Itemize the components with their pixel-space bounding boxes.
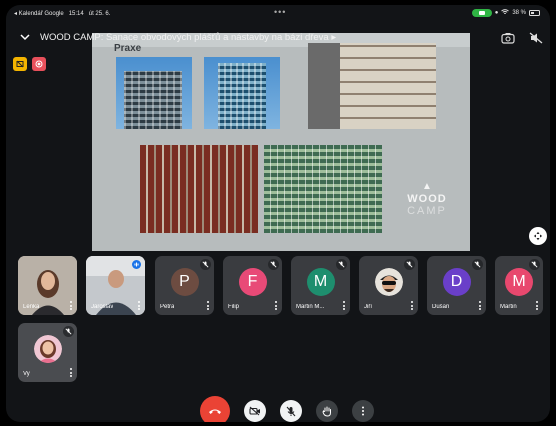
participant-avatar: M xyxy=(306,268,335,296)
more-options-icon[interactable] xyxy=(273,300,279,311)
wifi-icon xyxy=(501,9,510,17)
slide-photo-brick-building xyxy=(140,145,258,233)
camera-off-icon xyxy=(249,406,260,416)
more-options-icon[interactable] xyxy=(136,300,142,311)
mic-off-icon xyxy=(286,406,296,416)
participant-tile[interactable]: Jiří xyxy=(359,256,418,315)
shared-screen[interactable]: Praxe ▲ WOOD CAMP xyxy=(92,33,470,251)
device-frame: ◂ Kalendář Google 15:14 út 25. 6. ••• ● 38… xyxy=(6,5,550,422)
battery-icon xyxy=(529,10,540,16)
participant-tile[interactable]: Jaroslav xyxy=(86,256,145,315)
more-options-icon[interactable] xyxy=(534,300,540,311)
slide-photo-tower-2 xyxy=(204,57,280,129)
participant-tile[interactable]: M Martin M... xyxy=(291,256,350,315)
mic-off-icon xyxy=(529,259,540,270)
participant-name: Jaroslav xyxy=(91,304,114,310)
mic-off-icon xyxy=(268,259,279,270)
participant-tile[interactable]: Lenka xyxy=(18,256,77,315)
participant-tile[interactable]: M Martin xyxy=(495,256,543,315)
mic-off-icon xyxy=(200,259,211,270)
recording-icon[interactable] xyxy=(32,57,46,71)
more-actions-button[interactable] xyxy=(352,400,374,422)
status-bar: ◂ Kalendář Google 15:14 út 25. 6. ••• ● 38… xyxy=(6,5,550,21)
participant-name: Filip xyxy=(228,304,240,310)
participant-avatar: F xyxy=(238,268,267,296)
participant-name: Martin M... xyxy=(296,304,325,310)
call-controls xyxy=(200,396,374,422)
more-options-icon[interactable] xyxy=(409,300,415,311)
camera-in-use-indicator xyxy=(471,9,492,17)
raise-hand-button[interactable] xyxy=(316,400,338,422)
participant-avatar: D xyxy=(442,268,471,296)
speaking-indicator-icon xyxy=(132,260,141,269)
more-options-icon[interactable] xyxy=(68,367,74,378)
mic-off-icon xyxy=(472,259,483,270)
participant-avatar xyxy=(33,335,62,363)
mic-off-icon xyxy=(336,259,347,270)
host-controls-icon[interactable] xyxy=(13,57,27,71)
meeting-title-bar[interactable]: WOOD CAMP: Sanace obvodových plášťů a ná… xyxy=(18,29,336,45)
participant-avatar xyxy=(374,268,403,296)
participant-avatar: M xyxy=(505,268,533,296)
more-options-icon[interactable] xyxy=(205,300,211,311)
participant-name: Lenka xyxy=(23,304,40,310)
participant-avatar: P xyxy=(170,268,199,296)
slide-photo-tower-1 xyxy=(116,57,192,129)
participant-name: Martin xyxy=(500,304,517,310)
more-options-icon[interactable] xyxy=(341,300,347,311)
participant-tile[interactable]: Vy xyxy=(18,323,77,382)
wood-camp-logo: ▲ WOOD CAMP xyxy=(407,181,447,217)
mic-off-icon xyxy=(404,259,415,270)
participant-name: Dušan xyxy=(432,304,450,310)
more-options-icon[interactable] xyxy=(477,300,483,311)
back-to-app-link[interactable]: ◂ Kalendář Google xyxy=(14,11,64,17)
microphone-toggle-button[interactable] xyxy=(280,400,302,422)
participant-tile[interactable]: F Filip xyxy=(223,256,282,315)
phone-hangup-icon xyxy=(209,409,221,414)
camera-toggle-button[interactable] xyxy=(244,400,266,422)
mic-off-icon xyxy=(63,326,74,337)
battery-level: 38 % xyxy=(512,10,526,16)
hand-icon xyxy=(322,406,331,417)
mic-indicator-icon: ● xyxy=(494,10,499,16)
slide-photo-facade-construction xyxy=(308,43,436,129)
participant-tile[interactable]: P Petra xyxy=(155,256,214,315)
fullscreen-pin-icon[interactable] xyxy=(529,227,547,245)
status-date: út 25. 6. xyxy=(88,11,111,17)
end-call-button[interactable] xyxy=(200,396,230,422)
chevron-down-icon[interactable] xyxy=(18,30,32,44)
slide-photo-scaffolding xyxy=(264,145,382,233)
participant-tile[interactable]: D Dušan xyxy=(427,256,486,315)
meeting-title[interactable]: WOOD CAMP: Sanace obvodových plášťů a ná… xyxy=(40,32,336,43)
more-vertical-icon xyxy=(362,406,364,416)
multitasking-dots-icon[interactable]: ••• xyxy=(274,7,286,17)
participant-name: Jiří xyxy=(364,304,372,310)
participant-name: Vy xyxy=(23,371,30,377)
speaker-off-icon[interactable] xyxy=(528,31,544,45)
status-time: 15:14 xyxy=(68,11,84,17)
switch-camera-icon[interactable] xyxy=(500,31,516,45)
participant-name: Petra xyxy=(160,304,175,310)
more-options-icon[interactable] xyxy=(68,300,74,311)
